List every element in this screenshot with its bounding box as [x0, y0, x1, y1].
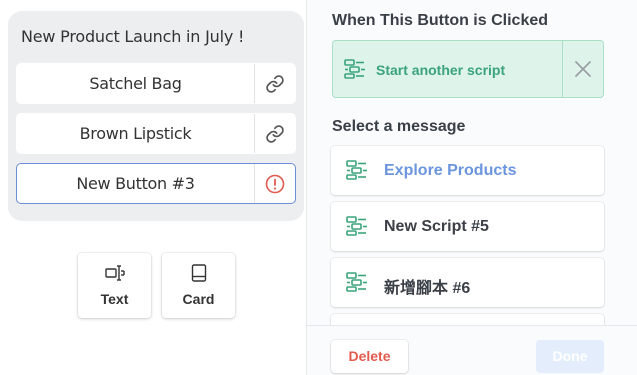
button-item-brown-lipstick[interactable]: Brown Lipstick	[16, 113, 296, 154]
message-option-explore-products[interactable]: Explore Products	[331, 146, 604, 195]
done-button[interactable]: Done	[536, 340, 604, 373]
link-icon[interactable]	[254, 114, 295, 153]
script-icon	[346, 216, 367, 236]
message-label: Explore Products	[384, 162, 517, 179]
text-icon	[104, 265, 125, 281]
button-label: New Button #3	[76, 174, 195, 193]
panel-footer: Delete Done	[307, 325, 637, 375]
button-label: Satchel Bag	[89, 74, 182, 93]
message-option-new-script-6[interactable]: 新增腳本 #6	[331, 258, 604, 307]
delete-button[interactable]: Delete	[331, 340, 408, 373]
add-card-button[interactable]: Card	[162, 253, 235, 318]
script-icon	[346, 160, 367, 180]
link-icon[interactable]	[254, 64, 295, 103]
click-action-heading: When This Button is Clicked	[332, 12, 549, 29]
card-icon	[191, 264, 206, 282]
add-text-button[interactable]: Text	[78, 253, 151, 318]
button-item-satchel-bag[interactable]: Satchel Bag	[16, 63, 296, 104]
selection-pointer	[296, 176, 304, 192]
add-text-label: Text	[100, 291, 129, 307]
add-card-label: Card	[182, 291, 215, 307]
message-label: New Script #5	[384, 218, 489, 235]
card-title[interactable]: New Product Launch in July !	[21, 27, 244, 46]
button-item-new-button-3[interactable]: New Button #3	[16, 163, 296, 204]
action-label: Start another script	[376, 62, 506, 78]
button-label: Brown Lipstick	[79, 124, 192, 143]
close-icon[interactable]	[562, 41, 603, 97]
select-message-heading: Select a message	[332, 118, 466, 135]
message-label: 新增腳本 #6	[384, 280, 471, 297]
selected-action[interactable]: Start another script	[332, 40, 604, 98]
warning-icon[interactable]	[254, 164, 295, 203]
script-icon	[346, 272, 367, 292]
message-option-new-script-5[interactable]: New Script #5	[331, 202, 604, 251]
script-icon	[344, 59, 365, 79]
button-settings-panel: When This Button is Clicked Start anothe…	[306, 0, 637, 375]
